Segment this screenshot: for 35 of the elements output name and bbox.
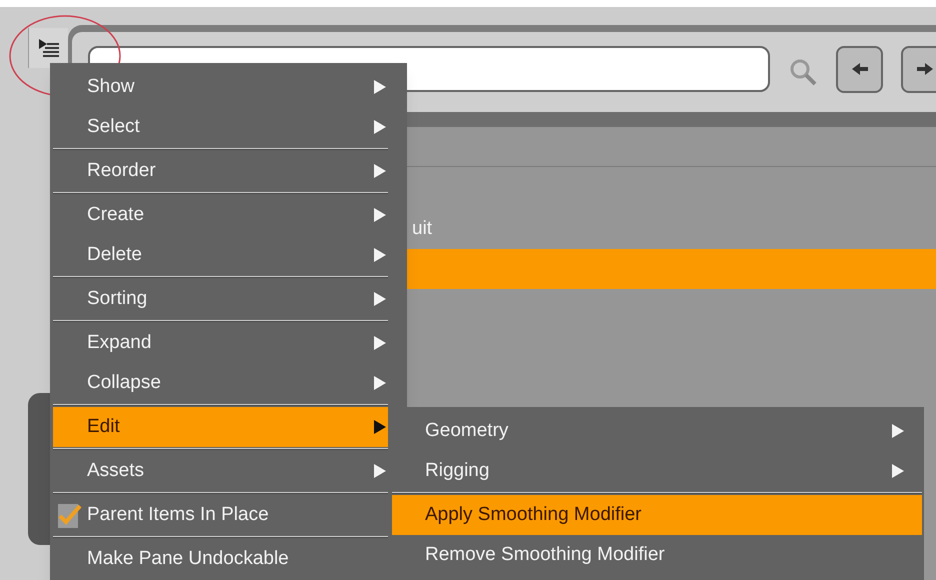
menu-item[interactable]: Apply Smoothing Modifier <box>392 495 922 535</box>
right-arrow-icon <box>916 62 934 76</box>
submenu-arrow-icon <box>374 248 386 262</box>
menu-item[interactable]: Reorder <box>53 151 388 191</box>
menu-item[interactable]: Delete <box>53 235 388 275</box>
submenu-arrow-icon <box>892 424 904 438</box>
menu-icon <box>36 37 60 59</box>
submenu-arrow-icon <box>374 464 386 478</box>
forward-button[interactable] <box>901 46 936 92</box>
submenu-arrow-icon <box>374 80 386 94</box>
submenu-arrow-icon <box>374 292 386 306</box>
menu-item[interactable]: Remove Smoothing Modifier <box>392 535 922 575</box>
submenu-arrow-icon <box>374 164 386 178</box>
menu-item[interactable]: Create <box>53 195 388 235</box>
submenu-arrow-icon <box>374 336 386 350</box>
back-button[interactable] <box>836 46 883 92</box>
menu-item[interactable]: Assets <box>53 451 388 491</box>
menu-item[interactable]: Rigging <box>392 451 922 491</box>
menu-item[interactable]: Edit <box>53 407 388 447</box>
menu-button[interactable] <box>28 28 68 68</box>
left-arrow-icon <box>850 62 868 76</box>
submenu-arrow-icon <box>374 208 386 222</box>
submenu-arrow-icon <box>374 376 386 390</box>
menu-item[interactable]: Geometry <box>392 411 922 451</box>
submenu-arrow-icon <box>374 120 386 134</box>
menu-item[interactable]: Parent Items In Place <box>53 495 388 535</box>
checkbox[interactable] <box>58 502 82 528</box>
menu-item[interactable]: Expand <box>53 323 388 363</box>
menu-item[interactable]: Sorting <box>53 279 388 319</box>
submenu-arrow-icon <box>892 464 904 478</box>
menu-item[interactable]: Select <box>53 107 388 147</box>
menu-item[interactable]: Collapse <box>53 363 388 403</box>
submenu-arrow-icon <box>374 420 386 434</box>
menu-item[interactable]: Show <box>53 67 388 107</box>
menu-item[interactable]: Make Pane Undockable <box>53 539 388 579</box>
